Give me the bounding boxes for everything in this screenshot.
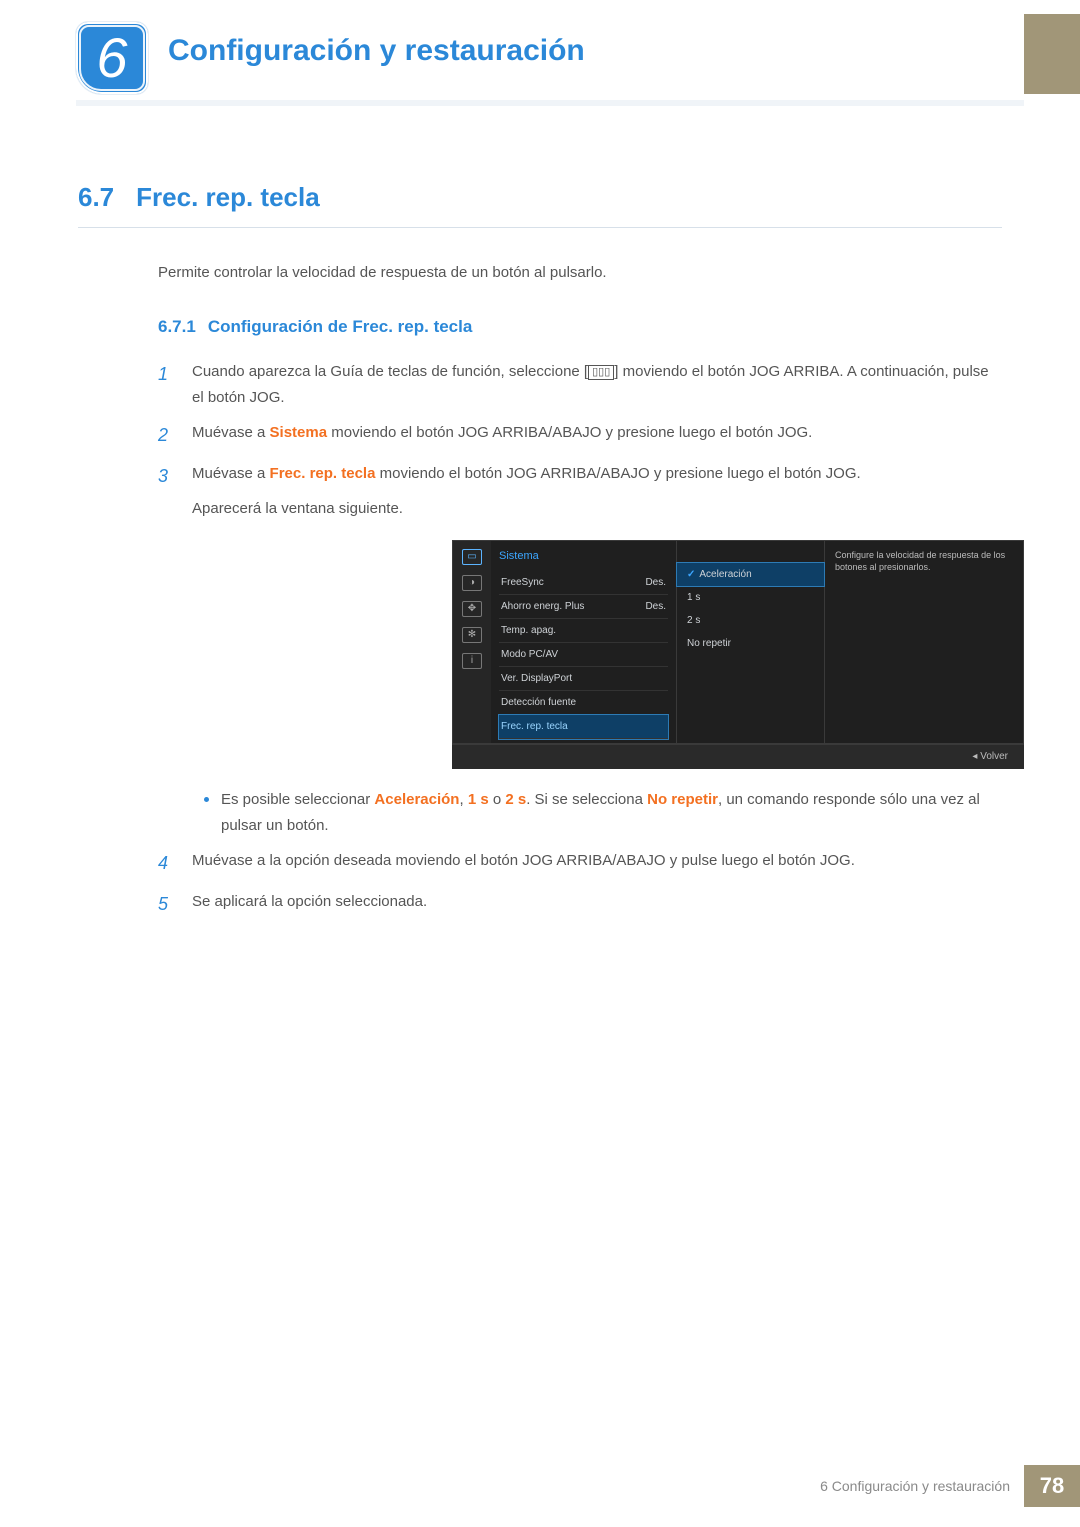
osd-row: Ver. DisplayPort (499, 667, 668, 691)
section-title: Frec. rep. tecla (136, 182, 320, 212)
subsection-number: 6.7.1 (158, 317, 196, 336)
step-number: 3 (158, 461, 178, 839)
osd-option: 2 s (677, 609, 824, 632)
steps-list: 1 Cuando aparezca la Guía de teclas de f… (78, 359, 1002, 919)
chapter-title: Configuración y restauración (168, 34, 585, 68)
osd-footer: ◂ Volver (452, 744, 1024, 769)
osd-title: Sistema (499, 547, 668, 566)
content-area: 6.7 Frec. rep. tecla Permite controlar la… (78, 182, 1002, 929)
highlight-frec: Frec. rep. tecla (270, 465, 376, 482)
osd-row: Temp. apag. (499, 619, 668, 643)
header-divider (76, 100, 1024, 106)
chapter-number-badge: 6 (76, 22, 148, 94)
step-3: 3 Muévase a Frec. rep. tecla moviendo el… (158, 461, 1002, 839)
bullet-note: Es posible seleccionar Aceleración, 1 s … (204, 787, 1024, 838)
move-icon: ✥ (462, 601, 482, 617)
page-footer: 6 Configuración y restauración 78 (820, 1465, 1080, 1507)
menu-grid-icon: ▯▯▯ (588, 365, 614, 380)
osd-row: Detección fuente (499, 691, 668, 715)
picture-icon: ◑ (462, 575, 482, 591)
highlight-sistema: Sistema (270, 424, 328, 441)
osd-row-selected: Frec. rep. tecla (499, 715, 668, 739)
monitor-icon: ▭ (462, 549, 482, 565)
subsection-heading: 6.7.1 Configuración de Frec. rep. tecla (78, 317, 1002, 337)
step-1: 1 Cuando aparezca la Guía de teclas de f… (158, 359, 1002, 410)
step-number: 5 (158, 889, 178, 920)
osd-option-selected: ✓Aceleración (677, 563, 824, 586)
osd-option: 1 s (677, 586, 824, 609)
osd-sidebar: ▭ ◑ ✥ ✻ i (453, 541, 491, 744)
osd-row: Modo PC/AV (499, 643, 668, 667)
bullet-icon (204, 797, 209, 802)
step-3-followup: Aparecerá la ventana siguiente. (192, 496, 1024, 522)
step-5: 5 Se aplicará la opción seleccionada. (158, 889, 1002, 920)
osd-help-text: Configure la velocidad de respuesta de l… (825, 541, 1023, 744)
osd-options: ✓Aceleración 1 s 2 s No repetir (677, 541, 825, 744)
page-number: 78 (1024, 1465, 1080, 1507)
footer-chapter-label: 6 Configuración y restauración (820, 1478, 1010, 1494)
osd-option: No repetir (677, 632, 824, 655)
check-icon: ✓ (687, 569, 695, 580)
info-icon: i (462, 653, 482, 669)
step-2: 2 Muévase a Sistema moviendo el botón JO… (158, 420, 1002, 451)
osd-row: FreeSyncDes. (499, 571, 668, 595)
side-accent-bar (1024, 14, 1080, 94)
osd-screenshot: ▭ ◑ ✥ ✻ i Sistema FreeSyncDes. Ahorro en… (452, 540, 1024, 770)
osd-row: Ahorro energ. PlusDes. (499, 595, 668, 619)
gear-icon: ✻ (462, 627, 482, 643)
step-4: 4 Muévase a la opción deseada moviendo e… (158, 848, 1002, 879)
step-number: 4 (158, 848, 178, 879)
step-number: 2 (158, 420, 178, 451)
step-number: 1 (158, 359, 178, 410)
osd-menu: Sistema FreeSyncDes. Ahorro energ. PlusD… (491, 541, 677, 744)
section-intro: Permite controlar la velocidad de respue… (78, 264, 1002, 281)
subsection-title: Configuración de Frec. rep. tecla (208, 317, 473, 336)
section-heading: 6.7 Frec. rep. tecla (78, 182, 1002, 228)
section-number: 6.7 (78, 182, 114, 212)
